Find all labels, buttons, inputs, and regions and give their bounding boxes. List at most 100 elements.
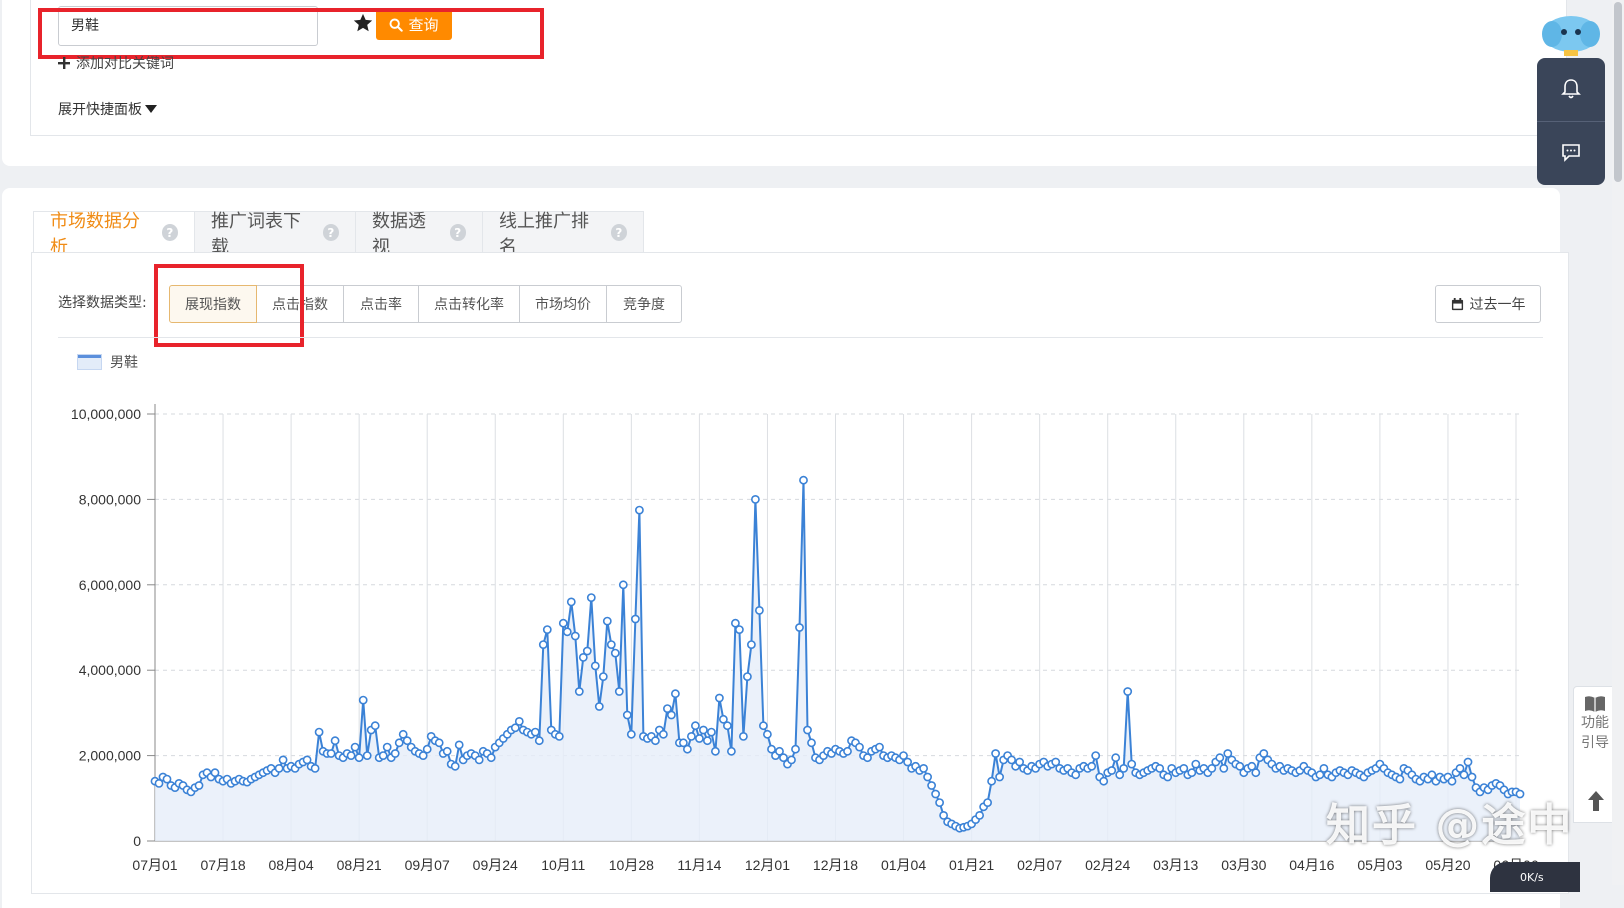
x-tick-label: 10月28 xyxy=(609,857,654,873)
data-point xyxy=(614,687,624,696)
data-point xyxy=(727,746,736,756)
data-point xyxy=(350,742,360,752)
y-tick-label: 6,000,000 xyxy=(79,577,141,593)
data-point xyxy=(562,627,572,637)
data-point xyxy=(1251,768,1261,778)
feature-guide-button[interactable]: 功能 引导 xyxy=(1573,686,1617,786)
data-point xyxy=(570,631,580,641)
data-point xyxy=(703,736,712,746)
data-point xyxy=(991,749,1000,758)
network-speed-badge: 0K/s xyxy=(1490,862,1580,892)
data-point xyxy=(442,746,452,756)
data-point xyxy=(935,798,944,807)
data-point xyxy=(739,732,748,741)
series-area xyxy=(155,480,1520,841)
data-point xyxy=(1215,753,1225,763)
data-point xyxy=(931,789,940,799)
data-point xyxy=(310,764,320,773)
y-tick-label: 4,000,000 xyxy=(79,662,141,678)
data-point xyxy=(314,727,324,737)
data-point xyxy=(855,742,864,752)
data-point xyxy=(995,772,1004,782)
x-tick-label: 01月04 xyxy=(881,857,926,873)
data-point xyxy=(875,742,884,752)
data-point xyxy=(1119,764,1129,773)
bell-icon[interactable] xyxy=(1561,78,1581,100)
scrollbar-thumb[interactable] xyxy=(1614,2,1622,182)
data-point xyxy=(927,781,936,790)
data-point xyxy=(1087,761,1097,771)
arrow-up-icon xyxy=(1588,791,1604,811)
y-tick-label: 10,000,000 xyxy=(71,406,141,422)
data-point xyxy=(530,727,540,737)
data-point xyxy=(987,776,996,786)
y-tick-label: 8,000,000 xyxy=(79,491,141,507)
data-point xyxy=(975,811,984,820)
x-tick-label: 05月20 xyxy=(1425,857,1470,873)
data-point xyxy=(422,744,432,754)
data-point xyxy=(558,618,568,628)
data-point xyxy=(538,640,548,649)
impression-index-chart: 0 2,000,000 4,000,000 6,000,000 8,000,000 10,… xyxy=(71,404,1539,873)
data-point xyxy=(1395,774,1405,784)
x-tick-label: 08月04 xyxy=(269,857,314,873)
data-point xyxy=(574,687,584,696)
data-point xyxy=(1111,753,1121,763)
data-point xyxy=(763,729,772,739)
data-point xyxy=(486,753,496,763)
data-point xyxy=(707,727,716,737)
data-point xyxy=(618,580,628,590)
data-point xyxy=(1107,766,1117,775)
data-point xyxy=(743,672,752,681)
data-point xyxy=(542,625,552,634)
x-tick-label: 03月13 xyxy=(1153,857,1198,873)
data-point xyxy=(454,740,464,750)
data-point xyxy=(626,729,636,739)
data-point xyxy=(715,693,724,703)
data-point xyxy=(651,736,660,746)
x-tick-label: 08月21 xyxy=(337,857,382,873)
data-point xyxy=(346,751,356,760)
data-point xyxy=(759,721,768,731)
watermark: 知乎 @途中 xyxy=(1326,800,1574,851)
x-tick-label: 04月16 xyxy=(1289,857,1334,873)
data-point xyxy=(691,721,700,731)
x-tick-label: 09月24 xyxy=(473,857,518,873)
data-type-impression-index[interactable]: 展现指数 xyxy=(169,285,257,323)
data-point xyxy=(671,689,680,699)
data-point xyxy=(787,755,796,765)
feature-guide-line1: 功能 xyxy=(1581,715,1609,731)
data-point xyxy=(606,640,616,649)
data-point xyxy=(667,710,676,720)
x-tick-label: 09月07 xyxy=(405,857,450,873)
data-point xyxy=(791,744,800,754)
data-point xyxy=(635,505,644,515)
data-point xyxy=(699,725,708,735)
data-point xyxy=(274,764,284,773)
data-point xyxy=(326,749,336,758)
data-point xyxy=(631,614,640,624)
data-point xyxy=(534,736,544,746)
data-point xyxy=(1123,687,1133,696)
data-point xyxy=(330,736,340,746)
x-tick-label: 07月18 xyxy=(200,857,245,873)
data-point xyxy=(362,751,372,760)
data-point xyxy=(582,646,592,656)
data-point xyxy=(394,738,404,748)
data-point xyxy=(194,781,204,790)
data-point xyxy=(358,695,368,705)
mascot-icon[interactable] xyxy=(1540,12,1602,58)
data-point xyxy=(590,661,600,671)
data-point xyxy=(354,753,364,763)
data-point xyxy=(683,744,692,754)
data-point xyxy=(390,749,400,758)
data-point xyxy=(1459,770,1469,780)
data-point xyxy=(1099,776,1109,786)
message-icon[interactable] xyxy=(1561,142,1581,162)
data-point xyxy=(602,616,612,626)
data-point xyxy=(278,755,288,765)
book-icon xyxy=(1585,696,1605,712)
floating-toolbar xyxy=(1537,58,1605,185)
floating-toolbar-divider xyxy=(1537,121,1605,122)
data-point xyxy=(378,751,388,760)
